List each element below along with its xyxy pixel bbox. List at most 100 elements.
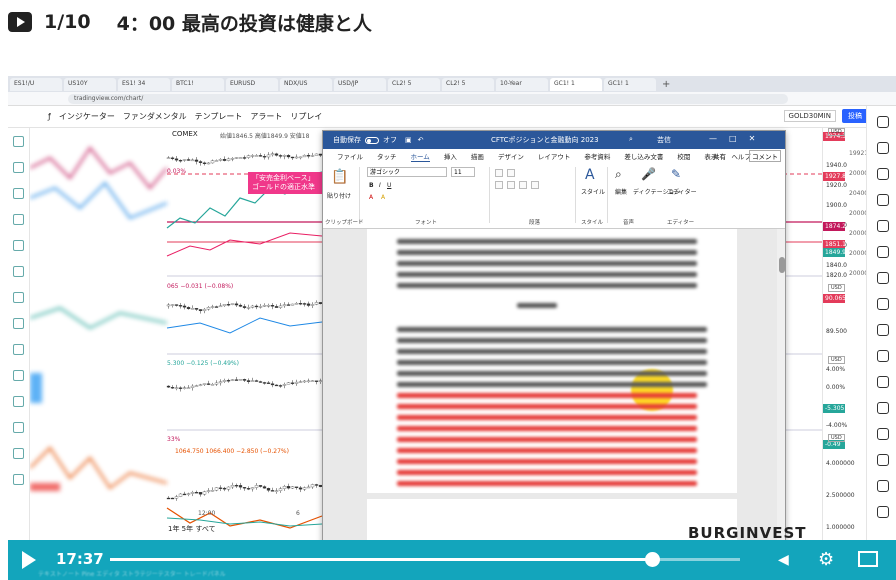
drawing-tool-icon[interactable] (13, 188, 24, 199)
layout-symbol[interactable]: GOLD30MIN (783, 110, 836, 122)
browser-tab[interactable]: 10-Year (496, 77, 548, 91)
widget-icon[interactable] (877, 324, 889, 336)
widget-icon[interactable] (877, 402, 889, 414)
drawing-tool-icon[interactable] (13, 266, 24, 277)
settings-gear-icon[interactable]: ⚙ (818, 549, 834, 570)
drawing-tool-icon[interactable] (13, 136, 24, 147)
currency-badge[interactable]: USD (828, 128, 845, 136)
ribbon-tab[interactable]: デザイン (498, 151, 524, 161)
search-icon[interactable]: ⌕ (629, 135, 633, 144)
drawing-tool-icon[interactable] (13, 162, 24, 173)
document-area[interactable] (323, 229, 785, 545)
alerts-button[interactable]: アラート (250, 111, 282, 122)
widget-icon[interactable] (877, 480, 889, 492)
ribbon-tab[interactable]: 参考資料 (584, 151, 610, 161)
drawing-tool-icon[interactable] (13, 292, 24, 303)
volume-icon[interactable]: ◀ (778, 552, 789, 568)
bullets-button[interactable] (495, 169, 503, 177)
currency-badge[interactable]: USD (828, 284, 845, 292)
widget-icon[interactable] (877, 220, 889, 232)
close-icon[interactable]: ✕ (749, 134, 756, 143)
drawing-tool-icon[interactable] (13, 240, 24, 251)
scrollbar-thumb[interactable] (779, 257, 785, 273)
widget-icon[interactable] (877, 194, 889, 206)
edit-label[interactable]: 編集 (615, 187, 627, 196)
ribbon-tab[interactable]: レイアウト (538, 151, 571, 161)
browser-tab[interactable]: GC1! 1 (550, 77, 602, 91)
drawing-tool-icon[interactable] (13, 370, 24, 381)
undo-icon[interactable]: ↶ (418, 136, 424, 144)
interval-button[interactable]: ƒ (48, 112, 51, 121)
widget-icon[interactable] (877, 428, 889, 440)
drawing-tool-icon[interactable] (13, 344, 24, 355)
widget-icon[interactable] (877, 246, 889, 258)
ribbon-tab[interactable]: 校閲 (677, 151, 690, 161)
address-field[interactable]: tradingview.com/chart/ (68, 94, 788, 104)
justify-button[interactable] (531, 181, 539, 189)
find-icon[interactable]: ⌕ (615, 167, 622, 182)
maximize-icon[interactable]: □ (729, 134, 737, 143)
dictate-icon[interactable]: 🎤 (641, 167, 656, 181)
italic-button[interactable]: I (379, 182, 381, 189)
browser-tab[interactable]: BTC1! (172, 77, 224, 91)
browser-tab[interactable]: CL2! 5 (388, 77, 440, 91)
range-buttons[interactable]: 1年 5年 すべて (168, 524, 216, 534)
widget-icon[interactable] (877, 376, 889, 388)
editor-label[interactable]: エディター (667, 187, 697, 196)
user-name[interactable]: 芸信 (657, 135, 671, 145)
numbering-button[interactable] (507, 169, 515, 177)
share-button[interactable]: 共有 (713, 151, 726, 161)
browser-tab[interactable]: ES1!/U (10, 77, 62, 91)
widget-icon[interactable] (877, 298, 889, 310)
document-scrollbar[interactable] (777, 229, 785, 545)
autosave-toggle[interactable] (365, 136, 379, 144)
bold-button[interactable]: B (369, 182, 374, 189)
new-tab-button[interactable]: + (662, 79, 670, 90)
play-icon[interactable] (22, 551, 36, 569)
indicators-button[interactable]: インジケーター (59, 111, 115, 122)
styles-icon[interactable]: A (585, 167, 595, 183)
drawing-tool-icon[interactable] (13, 474, 24, 485)
drawing-tool-icon[interactable] (13, 448, 24, 459)
highlight-button[interactable]: A (381, 194, 385, 201)
browser-tab[interactable]: NDX/US (280, 77, 332, 91)
ribbon-tab[interactable]: ヘルプ (731, 151, 751, 161)
drawing-tool-icon[interactable] (13, 396, 24, 407)
browser-tab[interactable]: GC1! 1 (604, 77, 656, 91)
widget-icon[interactable] (877, 272, 889, 284)
progress-track[interactable] (110, 552, 740, 567)
ribbon-tab[interactable]: 差し込み文書 (624, 151, 663, 161)
drawing-tool-icon[interactable] (13, 318, 24, 329)
widget-icon[interactable] (877, 168, 889, 180)
price-scale[interactable]: 1940.01920.01900.01880.01860.01840.01820… (822, 128, 868, 540)
widget-icon[interactable] (877, 454, 889, 466)
currency-badge[interactable]: USD (828, 356, 845, 364)
fundamentals-button[interactable]: ファンダメンタル (123, 111, 187, 122)
ribbon-tab[interactable]: タッチ (377, 151, 397, 161)
publish-button[interactable]: 投稿 (842, 109, 868, 123)
ribbon-tab[interactable]: 挿入 (444, 151, 457, 161)
widget-icon[interactable] (877, 350, 889, 362)
drawing-tool-icon[interactable] (13, 214, 24, 225)
editor-icon[interactable]: ✎ (671, 167, 681, 181)
align-center-button[interactable] (507, 181, 515, 189)
browser-tab[interactable]: CL2! 5 (442, 77, 494, 91)
font-name-select[interactable]: 游ゴシック (367, 167, 447, 177)
align-right-button[interactable] (519, 181, 527, 189)
progress-knob[interactable] (644, 552, 660, 567)
browser-tab[interactable]: EURUSD (226, 77, 278, 91)
ribbon-tab[interactable]: 描画 (471, 151, 484, 161)
templates-button[interactable]: テンプレート (195, 111, 243, 122)
save-icon[interactable]: ▣ (405, 136, 412, 144)
document-page[interactable] (367, 229, 737, 493)
paste-icon[interactable]: 📋 (331, 169, 348, 185)
minimize-icon[interactable]: — (709, 134, 717, 143)
font-size-select[interactable]: 11 (451, 167, 475, 177)
widget-icon[interactable] (877, 506, 889, 518)
align-left-button[interactable] (495, 181, 503, 189)
ribbon-tab[interactable]: ホーム (410, 151, 430, 162)
styles-label[interactable]: スタイル (581, 187, 605, 196)
widget-icon[interactable] (877, 116, 889, 128)
drawing-tool-icon[interactable] (13, 422, 24, 433)
browser-tab[interactable]: USD/JP (334, 77, 386, 91)
